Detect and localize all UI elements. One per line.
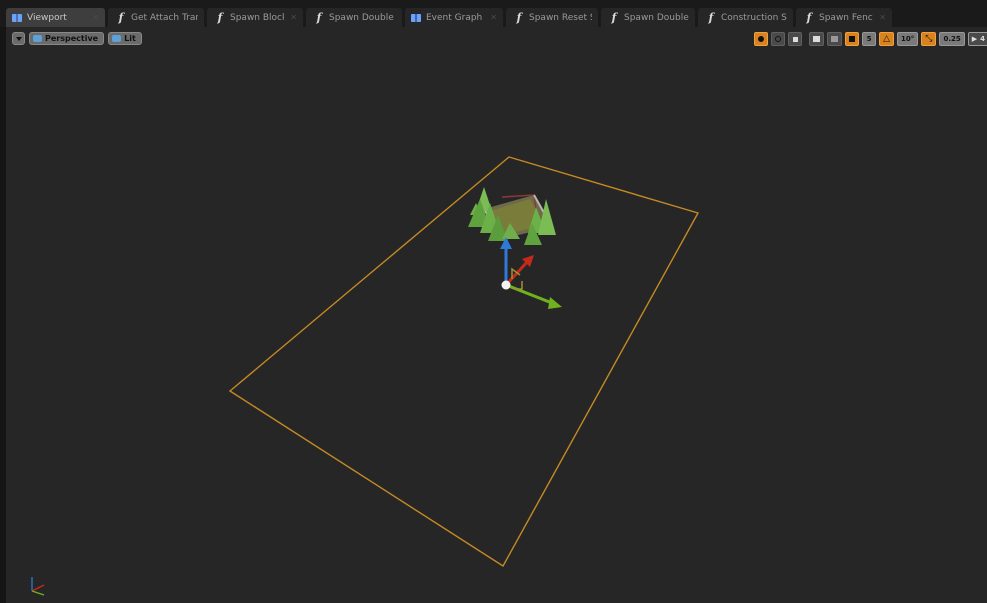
function-icon: f [806, 11, 812, 24]
scene-view[interactable] [6, 27, 987, 603]
globe-icon [813, 36, 821, 42]
tab-get-attach-transform[interactable]: f Get Attach Transfo [108, 8, 204, 27]
tab-viewport[interactable]: Viewport ✕ [6, 8, 105, 27]
camera-speed-icon: ▶ [971, 35, 978, 43]
grid-snap-value[interactable]: 5 [862, 32, 877, 46]
function-icon: f [217, 11, 223, 24]
tab-spawn-fence[interactable]: f Spawn Fence ✕ [796, 8, 892, 27]
lighting-icon [112, 35, 122, 42]
camera-speed-value: 4 [980, 35, 985, 43]
scale-icon [792, 36, 798, 42]
tab-spawn-double-coin[interactable]: f Spawn Double Coin [601, 8, 695, 27]
rotate-icon [775, 36, 782, 42]
close-icon[interactable]: ✕ [290, 13, 297, 22]
grid-snap-toggle[interactable] [845, 32, 860, 46]
scale-snap-icon: ⤡ [925, 34, 933, 44]
tab-label: Get Attach Transfo [131, 12, 198, 23]
function-icon: f [611, 11, 617, 24]
lit-label: Lit [124, 34, 136, 43]
surface-snap-icon [831, 36, 839, 42]
tab-label: Spawn Fence [819, 12, 874, 23]
perspective-button[interactable]: Perspective [29, 32, 105, 45]
close-icon[interactable]: ✕ [92, 13, 99, 22]
tab-construction-script[interactable]: f Construction Scrip [698, 8, 793, 27]
function-icon: f [516, 11, 522, 24]
function-icon: f [118, 11, 124, 24]
translate-mode-button[interactable] [754, 32, 769, 46]
close-icon[interactable]: ✕ [879, 13, 886, 22]
surface-snap-button[interactable] [827, 32, 843, 46]
tab-spawn-double-life[interactable]: f Spawn Double Life [306, 8, 402, 27]
coordinate-system-button[interactable] [809, 32, 825, 46]
tab-label: Spawn Blocker [230, 12, 284, 23]
tab-spawn-reset-speed[interactable]: f Spawn Reset Speei [506, 8, 598, 27]
tab-label: Construction Scrip [721, 12, 787, 23]
tab-label: Spawn Double Life [329, 12, 396, 23]
viewport-grid-icon [12, 13, 22, 22]
tab-label: Spawn Double Coin [624, 12, 689, 23]
viewport-toolbar-right: 5 △ 10° ⤡ 0.25 ▶ 4 [754, 32, 987, 46]
function-icon: f [316, 11, 322, 24]
axis-indicator-icon [31, 577, 45, 596]
camera-icon [33, 35, 42, 42]
blueprint-editor: Viewport ✕ f Get Attach Transfo f Spawn … [0, 0, 987, 603]
scale-mode-button[interactable] [788, 32, 803, 46]
event-graph-icon [411, 13, 421, 22]
transform-gizmo[interactable] [500, 237, 562, 309]
tab-spawn-blocker[interactable]: f Spawn Blocker ✕ [207, 8, 303, 27]
perspective-label: Perspective [45, 34, 99, 43]
tab-event-graph[interactable]: Event Graph ✕ [405, 8, 503, 27]
rotate-mode-button[interactable] [771, 32, 786, 46]
rotation-snap-toggle[interactable]: △ [879, 32, 894, 46]
close-icon[interactable]: ✕ [490, 13, 497, 22]
tab-label: Spawn Reset Speei [529, 12, 592, 23]
translate-icon [758, 36, 765, 42]
viewport-canvas[interactable]: Perspective Lit 5 △ 10° ⤡ 0.25 ▶ 4 [6, 27, 987, 603]
camera-speed-button[interactable]: ▶ 4 [967, 32, 987, 46]
fence-actor[interactable] [468, 187, 556, 245]
tab-label: Viewport [27, 12, 67, 23]
rotation-snap-value[interactable]: 10° [897, 32, 919, 46]
chevron-down-icon [15, 36, 22, 41]
tab-bar: Viewport ✕ f Get Attach Transfo f Spawn … [0, 0, 987, 27]
grid-icon [849, 36, 856, 42]
viewport-toolbar-left: Perspective Lit [12, 32, 142, 45]
scale-snap-toggle[interactable]: ⤡ [921, 32, 937, 46]
angle-icon: △ [883, 34, 890, 44]
spawn-area-bounds [228, 156, 700, 567]
function-icon: f [708, 11, 714, 24]
scale-snap-value[interactable]: 0.25 [939, 32, 965, 46]
tab-label: Event Graph [426, 12, 483, 23]
viewport-options-button[interactable] [12, 32, 25, 45]
lit-button[interactable]: Lit [108, 32, 142, 45]
